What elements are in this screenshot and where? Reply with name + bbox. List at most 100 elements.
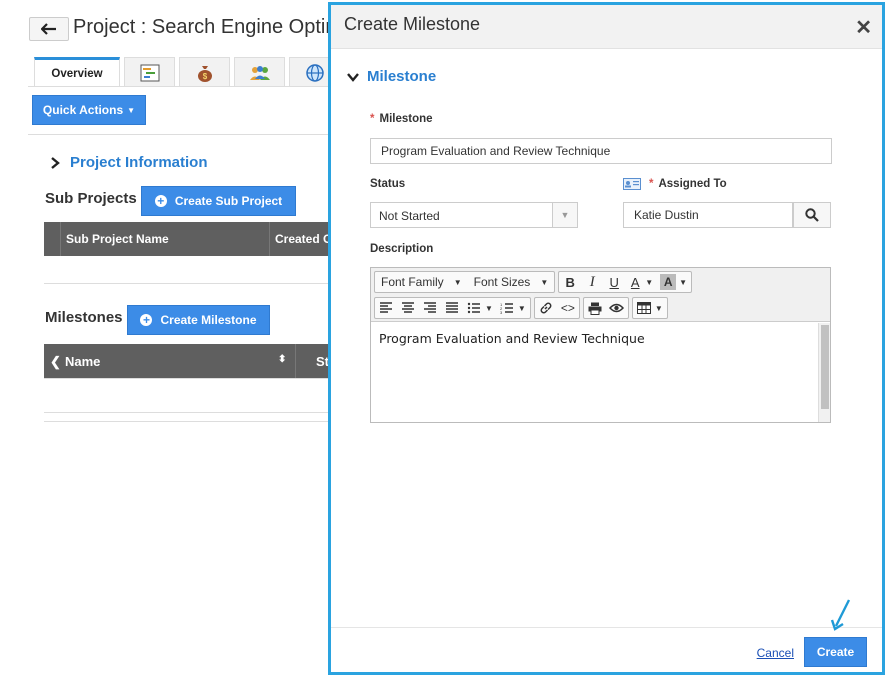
align-center-icon[interactable] (397, 298, 419, 318)
tab-gantt[interactable] (124, 57, 175, 87)
milestone-name-input[interactable]: Program Evaluation and Review Technique (370, 138, 832, 164)
underline-button[interactable]: U (603, 272, 625, 292)
back-button[interactable] (29, 17, 69, 41)
sort-icon[interactable]: ⬍ (278, 354, 286, 365)
caret-down-icon: ▼ (552, 203, 577, 227)
caret-down-icon[interactable]: ▼ (485, 304, 493, 313)
table-icon[interactable] (633, 298, 655, 318)
required-marker: * (649, 178, 654, 190)
status-select-value: Not Started (379, 209, 440, 223)
divider (44, 412, 328, 413)
caret-down-icon[interactable]: ▼ (518, 304, 526, 313)
create-sub-project-button[interactable]: + Create Sub Project (141, 186, 296, 216)
description-textarea[interactable]: Program Evaluation and Review Technique (371, 323, 818, 422)
create-button[interactable]: Create (804, 637, 867, 667)
project-tabs: Overview $ (34, 57, 344, 87)
font-sizes-dropdown[interactable]: Font Sizes ▼ (468, 275, 555, 289)
italic-button[interactable]: I (581, 272, 603, 292)
print-icon[interactable] (584, 298, 606, 318)
caret-down-icon: ▼ (127, 105, 136, 115)
text-color-button[interactable]: A (625, 272, 645, 292)
divider (44, 421, 328, 422)
modal-footer: Cancel Create (331, 599, 882, 672)
search-icon (805, 208, 819, 222)
alignment-controls: ▼ 123 ▼ (374, 297, 531, 319)
align-right-icon[interactable] (419, 298, 441, 318)
svg-text:3: 3 (500, 310, 503, 314)
cancel-link[interactable]: Cancel (757, 646, 794, 660)
project-information-toggle[interactable]: Project Information (50, 154, 208, 171)
modal-title: Create Milestone (344, 14, 481, 34)
assigned-to-input[interactable]: Katie Dustin (623, 202, 793, 228)
editor-toolbar: Font Family ▼ Font Sizes ▼ B I U A ▼ A ▼ (371, 268, 830, 322)
tab-team[interactable] (234, 57, 285, 87)
link-icon[interactable] (535, 298, 557, 318)
quick-actions-label: Quick Actions (42, 103, 124, 117)
page-title: Project : Search Engine Optimiz (73, 16, 357, 38)
caret-down-icon: ▼ (453, 277, 462, 287)
tab-overview[interactable]: Overview (34, 57, 120, 87)
required-marker: * (370, 113, 375, 125)
milestone-section-label: Milestone (367, 68, 437, 85)
milestone-section-toggle[interactable]: Milestone (347, 68, 436, 85)
code-icon[interactable]: <> (557, 298, 579, 318)
team-icon (249, 65, 270, 80)
assignee-search-button[interactable] (793, 202, 831, 228)
svg-text:$: $ (202, 72, 207, 81)
font-controls: Font Family ▼ Font Sizes ▼ (374, 271, 556, 293)
caret-down-icon: ▼ (540, 277, 549, 287)
font-sizes-label: Font Sizes (473, 275, 531, 289)
background-color-button[interactable]: A (660, 274, 677, 290)
project-information-label: Project Information (70, 154, 208, 171)
quick-actions-button[interactable]: Quick Actions ▼ (32, 95, 146, 125)
divider (44, 283, 328, 284)
align-left-icon[interactable] (375, 298, 397, 318)
plus-circle-icon: + (140, 314, 153, 326)
milestone-label-text: Milestone (379, 113, 433, 125)
sub-projects-grid-header: Sub Project Name Created C (44, 222, 332, 256)
caret-down-icon[interactable]: ▼ (645, 278, 653, 287)
modal-header: Create Milestone ✕ (331, 5, 882, 49)
create-milestone-label: Create Milestone (160, 313, 257, 327)
chevron-right-icon (51, 156, 60, 169)
bold-button[interactable]: B (559, 272, 581, 292)
create-milestone-button[interactable]: + Create Milestone (127, 305, 270, 335)
globe-icon (305, 63, 324, 82)
font-family-label: Font Family (381, 275, 444, 289)
align-justify-icon[interactable] (441, 298, 463, 318)
create-sub-project-label: Create Sub Project (174, 194, 283, 208)
format-controls: B I U A ▼ A ▼ (558, 271, 693, 293)
pointer-arrow-icon (830, 599, 851, 631)
assigned-to-field-label: * Assigned To (623, 178, 727, 190)
column-name[interactable]: Name (65, 354, 100, 369)
description-editor: Font Family ▼ Font Sizes ▼ B I U A ▼ A ▼ (370, 267, 831, 423)
status-field-label: Status (370, 178, 406, 190)
milestones-grid-header: ❮ Name ⬍ St (44, 344, 329, 378)
chevron-left-icon[interactable]: ❮ (50, 354, 61, 370)
bullet-list-icon[interactable] (463, 298, 485, 318)
tab-finance[interactable]: $ (179, 57, 230, 87)
numbered-list-icon[interactable]: 123 (496, 298, 518, 318)
milestone-field-label: * Milestone (370, 113, 433, 125)
arrow-left-icon (41, 23, 56, 35)
money-bag-icon: $ (197, 65, 212, 82)
view-controls (582, 297, 629, 319)
scrollbar-thumb[interactable] (821, 325, 829, 409)
column-created[interactable]: Created C (275, 232, 332, 246)
caret-down-icon[interactable]: ▼ (655, 304, 663, 313)
milestones-heading: Milestones (45, 309, 123, 326)
table-controls: ▼ (631, 297, 668, 319)
editor-scrollbar[interactable] (818, 323, 830, 422)
insert-controls: <> (533, 297, 580, 319)
font-family-dropdown[interactable]: Font Family ▼ (375, 275, 468, 289)
close-icon[interactable]: ✕ (855, 15, 872, 40)
contact-card-icon[interactable] (623, 178, 641, 190)
divider (44, 378, 328, 379)
sub-projects-heading: Sub Projects (45, 190, 137, 207)
chevron-down-icon (347, 72, 359, 82)
preview-eye-icon[interactable] (606, 298, 628, 318)
assigned-to-label-text: Assigned To (658, 178, 727, 190)
status-select[interactable]: Not Started ▼ (370, 202, 578, 228)
column-sub-project-name[interactable]: Sub Project Name (66, 232, 169, 246)
caret-down-icon[interactable]: ▼ (679, 278, 687, 287)
